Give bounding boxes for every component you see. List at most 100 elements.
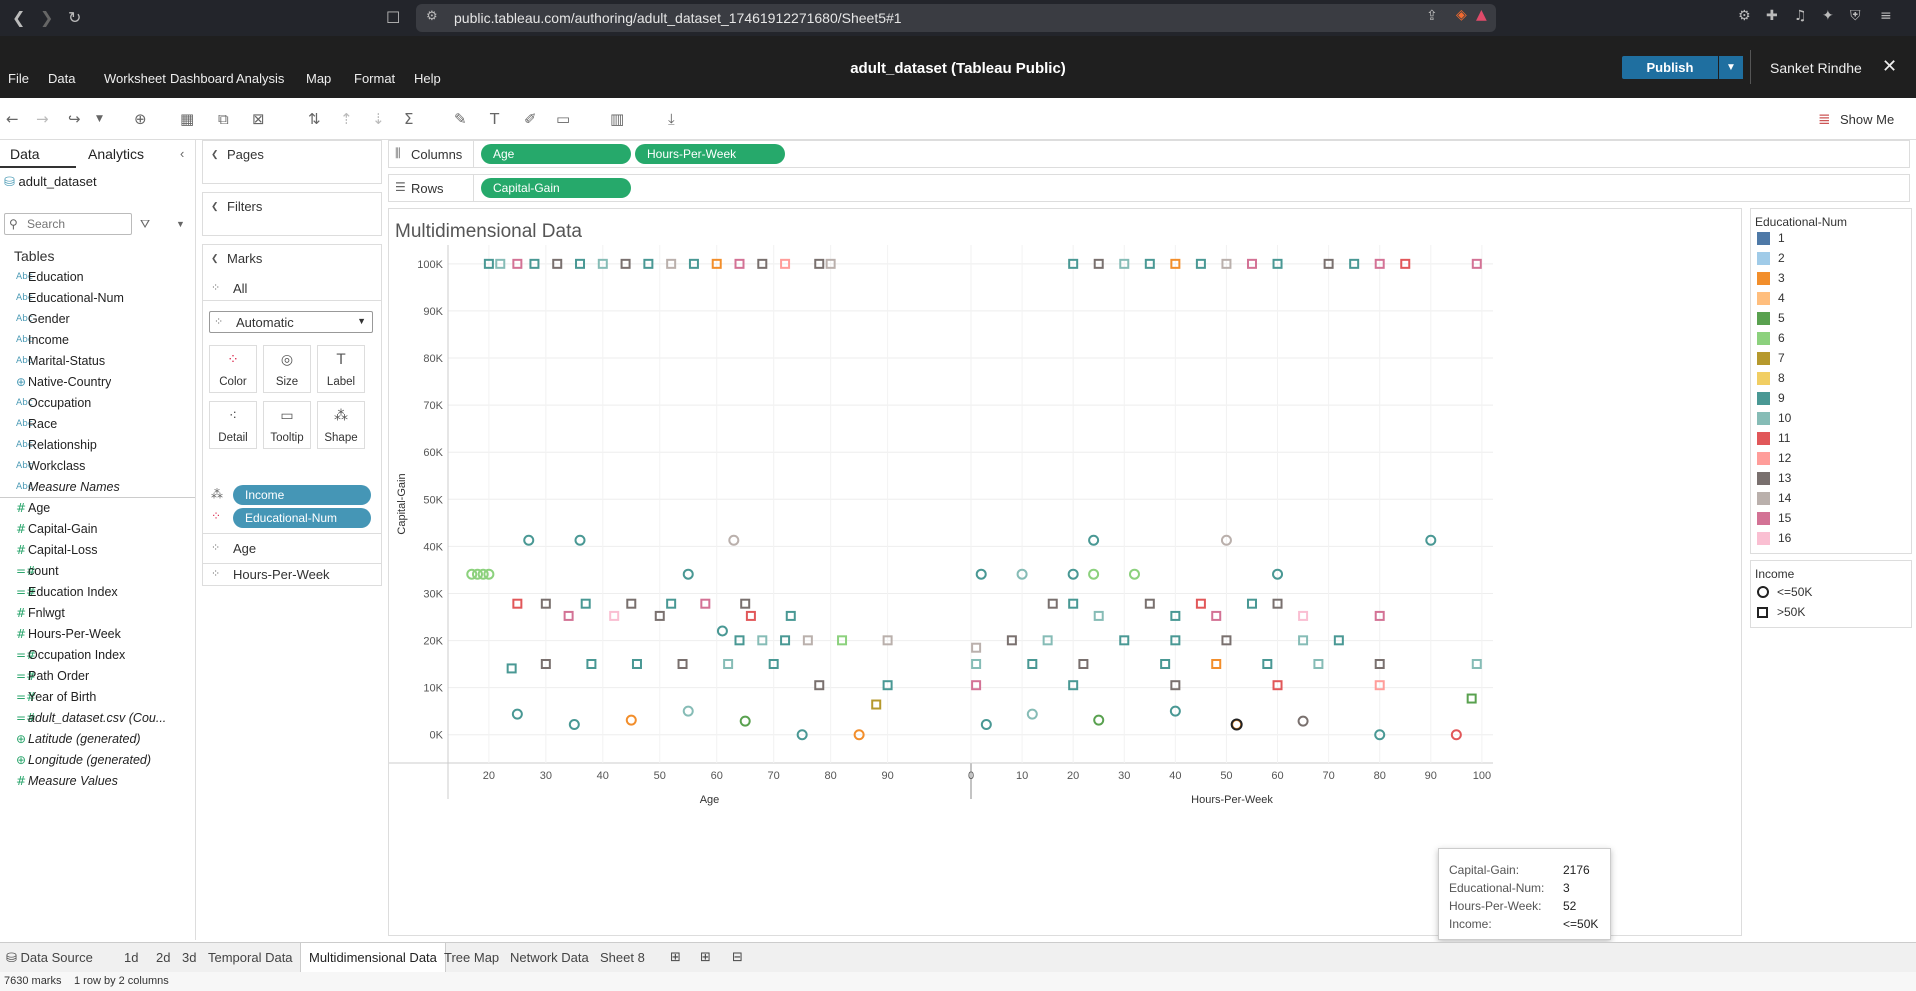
sheet-tab[interactable]: 3d	[182, 950, 196, 965]
color-legend-item[interactable]: 1	[1757, 229, 1785, 247]
show-me-button[interactable]: Show Me	[1840, 112, 1894, 127]
field-item[interactable]: =# Education Index	[0, 581, 195, 602]
field-item[interactable]: Abc Occupation	[0, 392, 195, 413]
color-legend-item[interactable]: 14	[1757, 489, 1791, 507]
field-item[interactable]: Abc Measure Names	[0, 476, 195, 497]
publish-dropdown-icon[interactable]: ▼	[1719, 56, 1743, 79]
field-item[interactable]: Abc Income	[0, 329, 195, 350]
sheet-tab[interactable]: Temporal Data	[208, 950, 293, 965]
brave-rewards-icon[interactable]: ▲	[1476, 7, 1487, 23]
field-item[interactable]: # Hours-Per-Week	[0, 623, 195, 644]
new-dashboard-icon[interactable]: ⊞	[700, 950, 711, 965]
sheet-tab[interactable]: 1d	[124, 950, 138, 965]
datasource-tab[interactable]: ⛁ Data Source	[6, 950, 93, 966]
color-legend-item[interactable]: 11	[1757, 429, 1790, 447]
row-pill-capital-gain[interactable]: Capital-Gain	[481, 178, 631, 198]
field-item[interactable]: =# Path Order	[0, 665, 195, 686]
site-info-icon[interactable]: ⚙	[426, 9, 438, 24]
format-icon[interactable]: ✐	[524, 110, 537, 128]
labels-icon[interactable]: T	[490, 110, 499, 128]
sheet-tab[interactable]: Sheet 8	[600, 950, 645, 965]
shape-legend[interactable]: Income <=50K >50K	[1750, 560, 1912, 628]
field-item[interactable]: =# Year of Birth	[0, 686, 195, 707]
publish-button[interactable]: Publish	[1622, 56, 1718, 79]
color-legend-item[interactable]: 2	[1757, 249, 1785, 267]
color-legend-item[interactable]: 8	[1757, 369, 1785, 387]
marks-shape-button[interactable]: ⁂ Shape	[317, 401, 365, 449]
color-legend-item[interactable]: 13	[1757, 469, 1791, 487]
field-item[interactable]: Abc Marital-Status	[0, 350, 195, 371]
show-me-icon[interactable]: ≣	[1818, 110, 1831, 128]
field-item[interactable]: # Age	[0, 497, 195, 518]
collapse-icon[interactable]: ‹	[180, 146, 184, 161]
sort-descending-icon[interactable]: ⇣	[372, 110, 385, 128]
vpn-icon[interactable]: ⛨	[1850, 8, 1861, 24]
field-item[interactable]: ⊕ Longitude (generated)	[0, 749, 195, 770]
field-item[interactable]: =# Occupation Index	[0, 644, 195, 665]
fit-icon[interactable]: ▭	[556, 110, 570, 128]
sheet-tab[interactable]: Tree Map	[444, 950, 499, 965]
rows-shelf[interactable]: ☰ Rows Capital-Gain	[388, 174, 1910, 202]
presentation-icon[interactable]: ▥	[610, 110, 624, 128]
ai-icon[interactable]: ✦	[1822, 8, 1834, 24]
back-icon[interactable]: ❮	[12, 8, 25, 27]
close-icon[interactable]: ✕	[1882, 56, 1897, 77]
color-legend-item[interactable]: 5	[1757, 309, 1785, 327]
field-item[interactable]: Abc Relationship	[0, 434, 195, 455]
replay-dropdown-icon[interactable]: ▼	[96, 114, 103, 124]
shape-legend-item[interactable]: <=50K	[1757, 583, 1812, 601]
undo-icon[interactable]: ←	[6, 110, 19, 128]
highlight-icon[interactable]: ✎	[454, 110, 467, 128]
pages-card[interactable]: ❮ Pages	[202, 140, 382, 184]
menu-icon[interactable]: ≡	[1880, 8, 1892, 24]
color-legend-item[interactable]: 12	[1757, 449, 1791, 467]
color-legend[interactable]: Educational-Num 1 2 3 4 5 6 7 8 9 10 11 12 13 14 15 16	[1750, 208, 1912, 554]
field-item[interactable]: # Capital-Loss	[0, 539, 195, 560]
column-pill-hours-per-week[interactable]: Hours-Per-Week	[635, 144, 785, 164]
tab-data[interactable]: Data	[10, 146, 40, 162]
field-item[interactable]: Abc Race	[0, 413, 195, 434]
marks-all-row[interactable]: ⁘ All	[203, 275, 381, 301]
bookmark-icon[interactable]: ☐	[386, 8, 400, 27]
collapse-arrow-icon[interactable]: ❮	[211, 201, 219, 212]
columns-shelf[interactable]: ⫼ Columns Age Hours-Per-Week	[388, 140, 1910, 168]
marks-color-button[interactable]: ⁘ Color	[209, 345, 257, 393]
field-item[interactable]: Abc Education	[0, 266, 195, 287]
sheet-tab[interactable]: 2d	[156, 950, 170, 965]
sheet-tab[interactable]: Multidimensional Data	[300, 943, 446, 973]
marks-size-button[interactable]: ◎ Size	[263, 345, 311, 393]
marks-detail-button[interactable]: ⁖ Detail	[209, 401, 257, 449]
mark-tab-hours-per-week[interactable]: Hours-Per-Week	[233, 567, 330, 582]
field-item[interactable]: # Fnlwgt	[0, 602, 195, 623]
shape-legend-item[interactable]: >50K	[1757, 603, 1805, 621]
mark-type-dropdown[interactable]: ⁘ Automatic ▼	[209, 311, 373, 333]
mark-tab-age[interactable]: Age	[233, 541, 256, 556]
new-worksheet-icon[interactable]: ▦	[180, 110, 194, 128]
share-icon[interactable]: ⇪	[1426, 8, 1438, 24]
totals-icon[interactable]: Σ	[404, 110, 413, 128]
search-input[interactable]	[27, 216, 127, 232]
sheet-tab[interactable]: Network Data	[510, 950, 589, 965]
view-options-icon[interactable]: ▼	[176, 219, 185, 229]
field-item[interactable]: =# count	[0, 560, 195, 581]
datasource-name[interactable]: ⛁ adult_dataset	[4, 174, 97, 190]
color-legend-item[interactable]: 16	[1757, 529, 1791, 547]
field-item[interactable]: ⊕ Native-Country	[0, 371, 195, 392]
user-name[interactable]: Sanket Rindhe	[1770, 60, 1862, 76]
marks-tooltip-button[interactable]: ▭ Tooltip	[263, 401, 311, 449]
color-legend-item[interactable]: 7	[1757, 349, 1785, 367]
educational-num-color-pill[interactable]: Educational-Num	[233, 508, 371, 528]
field-item[interactable]: Abc Educational-Num	[0, 287, 195, 308]
filter-fields-icon[interactable]: ⛛	[140, 217, 150, 232]
field-item[interactable]: # Measure Values	[0, 770, 195, 791]
color-legend-item[interactable]: 9	[1757, 389, 1785, 407]
extensions-icon[interactable]: ✚	[1766, 8, 1778, 24]
replay-icon[interactable]: ↪	[68, 110, 81, 128]
plot-area[interactable]: 0K 10K 20K 30K 40K 50K 60K 70K 80K 90K 100K 20 30 40 5…	[389, 245, 1493, 806]
color-legend-item[interactable]: 3	[1757, 269, 1785, 287]
scatter-chart[interactable]: 0K10K20K30K40K50K60K70K80K90K100K20 30 40 5…	[389, 209, 1741, 935]
collapse-arrow-icon[interactable]: ❮	[211, 253, 219, 264]
clear-sheet-icon[interactable]: ⊠	[252, 110, 265, 128]
new-story-icon[interactable]: ⊟	[732, 950, 743, 965]
redo-icon[interactable]: →	[36, 110, 49, 128]
